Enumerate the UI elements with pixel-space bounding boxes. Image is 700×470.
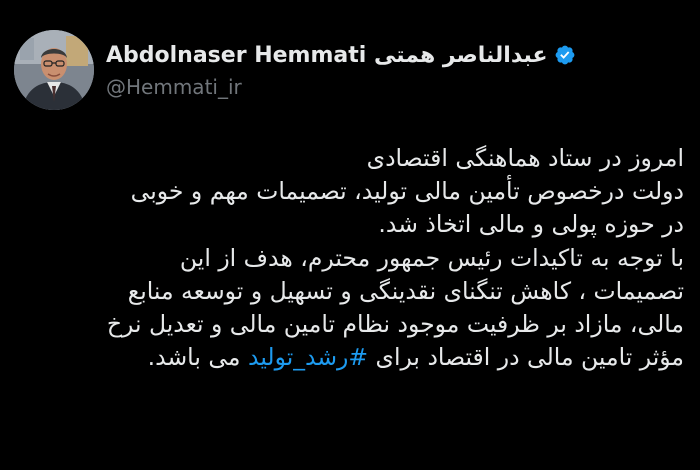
verified-badge-icon <box>554 44 576 66</box>
author-info: Abdolnaser Hemmati عبدالناصر همتی @Hemma… <box>106 39 606 99</box>
tweet-line-3: در حوزه پولی و مالی اتخاذ شد. <box>378 210 684 239</box>
tweet-header: Abdolnaser Hemmati عبدالناصر همتی @Hemma… <box>14 30 686 110</box>
name-row: Abdolnaser Hemmati عبدالناصر همتی <box>106 39 606 71</box>
avatar-image <box>14 30 94 110</box>
tweet-line-2: دولت درخصوص تأمین مالی تولید، تصمیمات مه… <box>130 177 684 206</box>
avatar[interactable] <box>14 30 94 110</box>
tweet-text: امروز در ستاد هماهنگی اقتصادی دولت درخصو… <box>44 142 684 374</box>
tweet-card: Abdolnaser Hemmati عبدالناصر همتی @Hemma… <box>0 0 700 470</box>
tweet-line-5: تصمیمات ، کاهش تنگنای نقدینگی و تسهیل و … <box>127 276 684 305</box>
tweet-line-7: مؤثر تامین مالی در اقتصاد برای #رشد_تولی… <box>44 341 684 374</box>
tweet-line-1: امروز در ستاد هماهنگی اقتصادی <box>366 144 684 172</box>
author-handle[interactable]: @Hemmati_ir <box>106 75 606 99</box>
author-display-name[interactable]: Abdolnaser Hemmati عبدالناصر همتی <box>106 43 548 68</box>
tweet-line-7-before: مؤثر تامین مالی در اقتصاد برای <box>368 343 684 372</box>
tweet-line-6: مالی، مازاد بر ظرفیت موجود نظام تامین ما… <box>106 310 684 339</box>
tweet-line-7-after: می باشد. <box>147 343 248 372</box>
hashtag-link[interactable]: #رشد_تولید <box>248 343 368 371</box>
tweet-line-4: با توجه به تاکیدات رئیس جمهور محترم، هدف… <box>179 243 684 272</box>
